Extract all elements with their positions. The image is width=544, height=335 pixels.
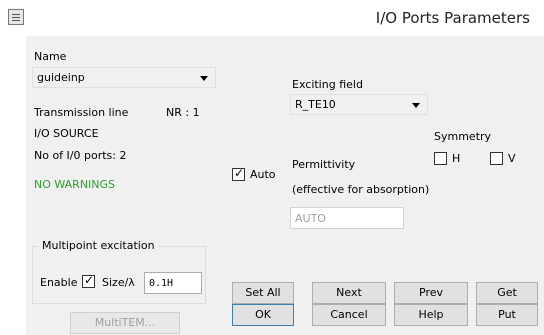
size-lambda-label: Size/λ <box>102 276 135 289</box>
dialog-client-area: Name guideinp Transmission line NR : 1 I… <box>26 36 544 335</box>
io-ports-dialog: I/O Ports Parameters Name guideinp Trans… <box>0 0 544 335</box>
chevron-down-icon <box>200 76 208 81</box>
size-lambda-input[interactable]: 0.1H <box>144 272 202 294</box>
symmetry-h-checkbox[interactable] <box>434 152 447 165</box>
help-button[interactable]: Help <box>394 304 468 326</box>
set-all-button[interactable]: Set All <box>232 282 294 304</box>
multitem-button[interactable]: MultiTEM... <box>70 312 180 334</box>
exciting-field-label: Exciting field <box>292 78 363 91</box>
ports-count-label: No of I/0 ports: 2 <box>34 149 127 162</box>
exciting-field-value: R_TE10 <box>295 98 336 111</box>
cancel-button[interactable]: Cancel <box>312 304 386 326</box>
enable-checkbox[interactable]: ✓ <box>82 273 95 288</box>
symmetry-h-label: H <box>452 152 461 165</box>
symmetry-v-label: V <box>508 152 516 165</box>
ok-button[interactable]: OK <box>232 304 294 326</box>
warnings-status: NO WARNINGS <box>34 178 116 191</box>
permittivity-note: (effective for absorption) <box>292 183 430 196</box>
symmetry-v-checkbox[interactable] <box>490 152 503 165</box>
system-menu-icon[interactable] <box>8 9 24 25</box>
permittivity-label: Permittivity <box>292 158 356 171</box>
auto-label: Auto <box>250 168 276 181</box>
prev-button[interactable]: Prev <box>394 282 468 304</box>
permittivity-value: AUTO <box>295 212 326 225</box>
name-label: Name <box>34 50 67 63</box>
check-icon: ✓ <box>84 273 95 287</box>
title-bar: I/O Ports Parameters <box>0 0 544 36</box>
get-button[interactable]: Get <box>476 282 538 304</box>
window-title: I/O Ports Parameters <box>375 9 530 27</box>
next-button[interactable]: Next <box>312 282 386 304</box>
symmetry-label: Symmetry <box>434 130 492 143</box>
size-lambda-value: 0.1H <box>149 278 174 289</box>
nr-label: NR : 1 <box>166 106 200 119</box>
transmission-line-label: Transmission line <box>34 106 129 119</box>
check-icon: ✓ <box>234 166 245 180</box>
enable-label: Enable <box>40 276 78 289</box>
chevron-down-icon <box>412 103 420 108</box>
name-combo[interactable]: guideinp <box>32 67 216 88</box>
auto-checkbox[interactable]: ✓ <box>232 166 245 181</box>
io-source-label: I/O SOURCE <box>34 127 99 140</box>
multipoint-legend: Multipoint excitation <box>39 239 158 252</box>
permittivity-field[interactable]: AUTO <box>290 207 404 229</box>
put-button[interactable]: Put <box>476 304 538 326</box>
name-combo-value: guideinp <box>37 71 85 84</box>
exciting-field-combo[interactable]: R_TE10 <box>290 94 428 115</box>
